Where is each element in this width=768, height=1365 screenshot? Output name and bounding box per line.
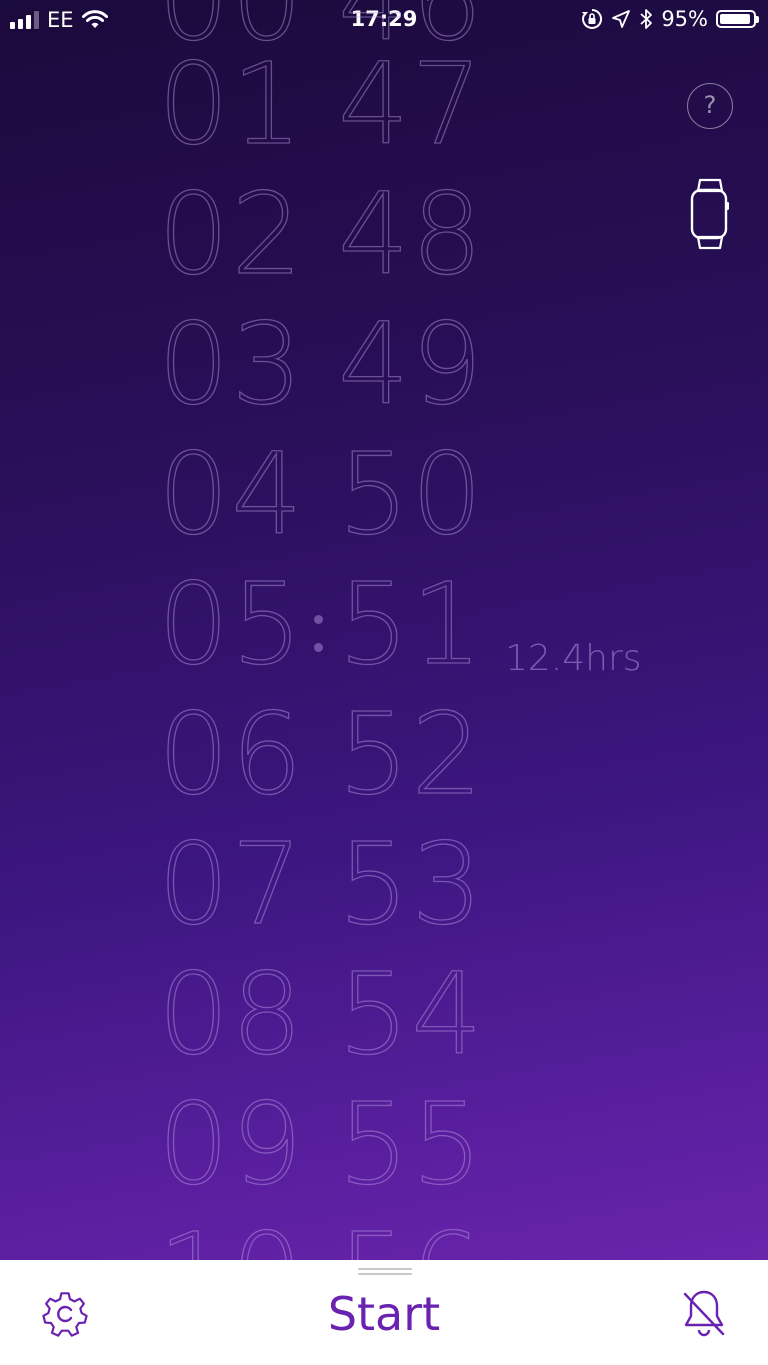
hour-option[interactable]: 06 [157, 689, 305, 820]
rotation-lock-icon [582, 8, 603, 29]
hour-option[interactable]: 04 [157, 429, 305, 560]
status-right: 95% [581, 7, 759, 31]
help-icon[interactable]: ? [687, 83, 733, 129]
minute-option[interactable]: 56 [337, 1209, 485, 1260]
sleep-duration-label: 12.4hrs [505, 638, 642, 679]
start-button[interactable]: Start [234, 1284, 534, 1344]
time-picker-screen: EE 17:29 95% 00 01 02 03 04 05 06 07 08 … [0, 0, 768, 1260]
drawer-handle[interactable] [358, 1268, 412, 1276]
battery-level [720, 14, 751, 24]
battery-percent: 95% [661, 7, 708, 31]
watch-icon[interactable] [688, 178, 732, 250]
hour-option[interactable]: 09 [157, 1079, 305, 1210]
hour-option[interactable]: 02 [157, 169, 305, 300]
time-separator [313, 605, 323, 665]
gear-icon[interactable] [40, 1288, 90, 1338]
hour-option[interactable]: 01 [157, 39, 305, 170]
location-icon [612, 10, 631, 28]
hour-option[interactable]: 10 [157, 1209, 305, 1260]
minute-option[interactable]: 52 [337, 689, 485, 820]
bluetooth-icon [640, 9, 653, 29]
bell-off-icon[interactable] [680, 1288, 728, 1338]
battery-icon [716, 10, 759, 28]
minute-option[interactable]: 49 [337, 299, 485, 430]
hour-option-selected[interactable]: 05 [157, 559, 305, 690]
minute-option[interactable]: 55 [337, 1079, 485, 1210]
bottom-bar: Start [0, 1260, 768, 1365]
minute-option[interactable]: 48 [337, 169, 485, 300]
hour-option[interactable]: 07 [157, 819, 305, 950]
minute-option[interactable]: 54 [337, 949, 485, 1080]
hour-option[interactable]: 03 [157, 299, 305, 430]
minute-option-selected[interactable]: 51 [337, 559, 485, 690]
minute-option[interactable]: 53 [337, 819, 485, 950]
minute-option[interactable]: 50 [337, 429, 485, 560]
minute-option[interactable]: 47 [337, 39, 485, 170]
hour-option[interactable]: 08 [157, 949, 305, 1080]
